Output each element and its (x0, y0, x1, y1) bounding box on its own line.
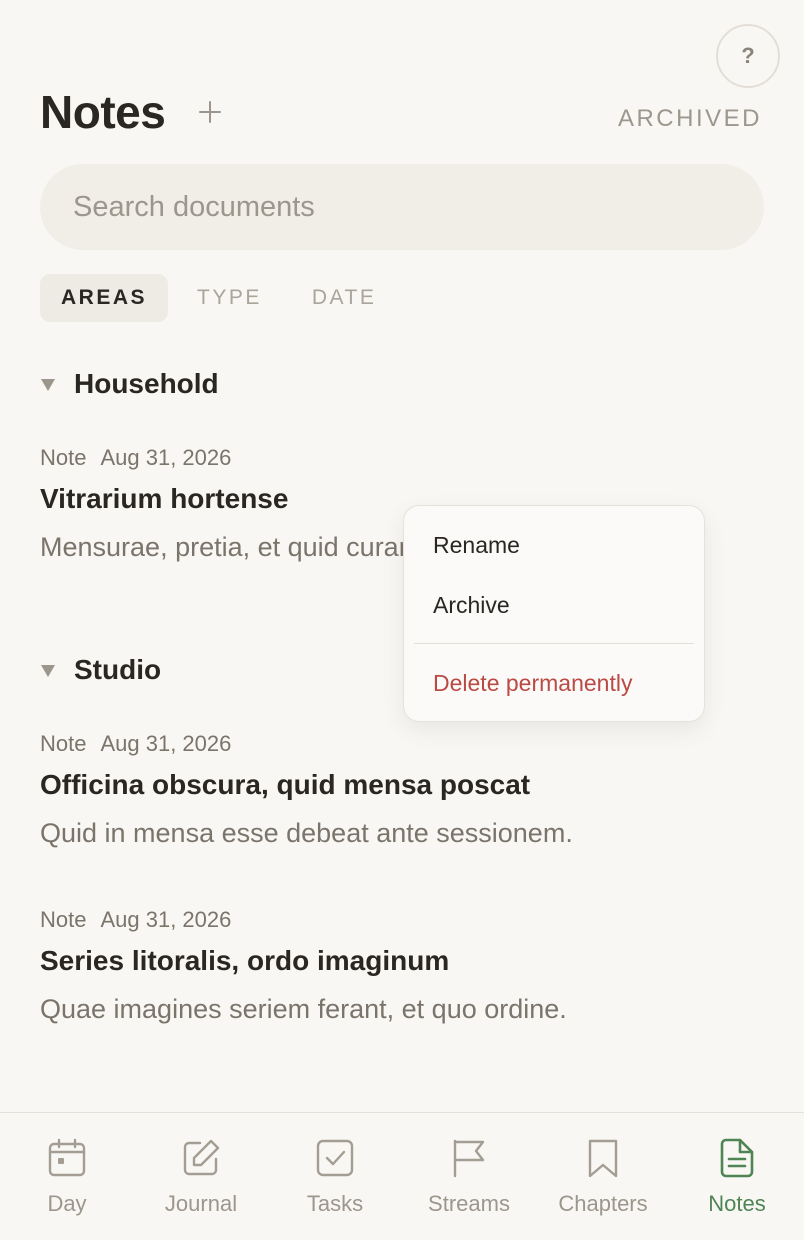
search-input[interactable] (40, 164, 764, 250)
menu-item-archive[interactable]: Archive (433, 588, 510, 622)
document-icon (720, 1138, 754, 1178)
help-button[interactable]: ? (716, 24, 780, 88)
section-header-studio[interactable]: Studio (40, 650, 161, 690)
page-header: Notes ARCHIVED (40, 82, 764, 142)
collapse-triangle-icon (41, 379, 55, 391)
archived-link[interactable]: ARCHIVED (618, 102, 762, 136)
tab-areas[interactable]: AREAS (40, 274, 169, 322)
note-date: Aug 31, 2026 (100, 445, 232, 470)
nav-item-notes[interactable]: Notes (670, 1113, 804, 1240)
note-meta: Note Aug 31, 2026 (40, 729, 740, 759)
section-label: Studio (74, 654, 162, 685)
note-title: Series litoralis, ordo imaginum (40, 945, 450, 976)
note-snippet: Quae imagines seriem ferant, et quo ordi… (40, 994, 567, 1024)
bookmark-icon (588, 1139, 618, 1178)
section-header-household[interactable]: Household (40, 364, 219, 404)
plus-icon (199, 101, 221, 123)
nav-label: Notes (708, 1191, 766, 1216)
note-meta: Note Aug 31, 2026 (40, 905, 740, 935)
add-note-button[interactable] (194, 82, 226, 142)
context-menu: Rename Archive Delete permanently (403, 505, 705, 722)
note-snippet: Quid in mensa esse debeat ante sessionem… (40, 818, 573, 848)
note-type: Note (40, 731, 87, 756)
note-title: Officina obscura, quid mensa poscat (40, 769, 531, 800)
nav-label: Tasks (306, 1191, 364, 1216)
tab-type[interactable]: TYPE (176, 274, 283, 322)
nav-label: Day (47, 1191, 87, 1216)
nav-label: Journal (164, 1191, 238, 1216)
note-date: Aug 31, 2026 (100, 731, 232, 756)
tab-date[interactable]: DATE (291, 274, 397, 322)
flag-icon (453, 1139, 485, 1178)
menu-item-rename[interactable]: Rename (433, 528, 520, 562)
checkbox-icon (316, 1139, 354, 1177)
nav-item-chapters[interactable]: Chapters (536, 1113, 670, 1240)
note-date: Aug 31, 2026 (100, 907, 232, 932)
nav-item-tasks[interactable]: Tasks (268, 1113, 402, 1240)
nav-label: Chapters (558, 1191, 648, 1216)
nav-item-journal[interactable]: Journal (134, 1113, 268, 1240)
menu-item-delete-permanently[interactable]: Delete permanently (433, 666, 632, 700)
collapse-triangle-icon (41, 665, 55, 677)
note-meta: Note Aug 31, 2026 (40, 443, 740, 473)
note-item[interactable]: Note Aug 31, 2026 Series litoralis, ordo … (40, 905, 740, 1029)
calendar-icon (48, 1138, 86, 1177)
page-title: Notes (40, 86, 166, 138)
nav-item-day[interactable]: Day (0, 1113, 134, 1240)
nav-item-streams[interactable]: Streams (402, 1113, 536, 1240)
note-item[interactable]: Note Aug 31, 2026 Officina obscura, quid … (40, 729, 740, 853)
bottom-nav: Day Journal Tasks Streams Chapters Notes (0, 1112, 804, 1240)
note-type: Note (40, 445, 87, 470)
edit-icon (183, 1139, 220, 1176)
note-type: Note (40, 907, 87, 932)
filter-tabs: AREAS TYPE DATE (40, 274, 405, 322)
nav-label: Streams (428, 1191, 510, 1216)
section-label: Household (74, 368, 219, 399)
menu-divider (414, 643, 694, 644)
